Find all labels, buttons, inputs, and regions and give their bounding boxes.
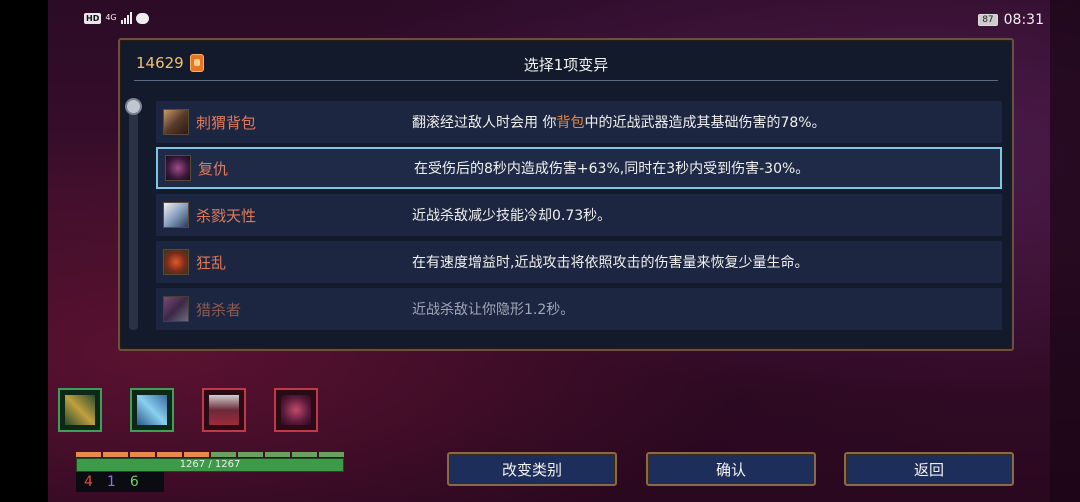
skill-slot-3[interactable]: [202, 388, 246, 432]
chat-icon: [135, 12, 149, 24]
health-text: 1267 / 1267: [179, 459, 241, 470]
mutation-desc: 近战杀敌让你隐形1.2秒。: [412, 302, 575, 318]
vengeance-icon: [165, 155, 191, 181]
dialog-title: 选择1项变异: [523, 56, 609, 74]
brutality-stat: 4: [84, 474, 93, 490]
mutation-name: 杀戮天性: [196, 206, 257, 225]
mutation-name: 狂乱: [196, 253, 227, 272]
status-bar: HD 4G 87 08:31: [84, 10, 1044, 34]
confirm-button[interactable]: 确认: [646, 452, 816, 486]
battery-icon: 87: [978, 14, 998, 26]
mutation-dialog: 14629 选择1项变异 刺猬背包 翻滚经过敌人时会用 你背包中的近战武器造成其…: [118, 38, 1014, 351]
status-right: 87 08:31: [978, 12, 1044, 28]
dialog-header: 14629 选择1项变异: [120, 40, 1012, 80]
network-type: 4G: [105, 13, 117, 22]
signal-icon: [120, 12, 132, 24]
frenzy-icon: [163, 249, 189, 275]
grenade-skill-icon: [281, 395, 311, 425]
scrollbar-track[interactable]: [129, 98, 138, 330]
mutation-desc: 翻滚经过敌人时会用 你背包中的近战武器造成其基础伤害的78%。: [412, 115, 826, 131]
status-left: HD 4G: [84, 12, 149, 24]
change-category-button[interactable]: 改变类别: [447, 452, 617, 486]
mutation-name: 刺猬背包: [196, 113, 257, 132]
turret-skill-icon: [209, 395, 239, 425]
health-segments: [76, 452, 344, 457]
right-screen-edge: [1050, 0, 1080, 502]
mutation-desc: 在有速度增益时,近战攻击将依照攻击的伤害量来恢复少量生命。: [412, 255, 809, 271]
mutation-row-frenzy[interactable]: 狂乱 在有速度增益时,近战攻击将依照攻击的伤害量来恢复少量生命。: [156, 241, 1002, 283]
predator-icon: [163, 296, 189, 322]
mutation-name: 猎杀者: [196, 300, 242, 319]
back-button[interactable]: 返回: [844, 452, 1014, 486]
left-screen-edge: [0, 0, 48, 502]
mutation-desc: 在受伤后的8秒内造成伤害+63%,同时在3秒内受到伤害-30%。: [414, 161, 810, 177]
killer-instinct-icon: [163, 202, 189, 228]
scroll-stats: 4 1 6: [76, 472, 164, 492]
hd-badge: HD: [84, 12, 102, 24]
mutation-name: 复仇: [198, 159, 229, 178]
bow-skill-icon: [65, 395, 95, 425]
scrollbar-thumb[interactable]: [125, 98, 142, 115]
skill-slot-2[interactable]: [130, 388, 174, 432]
mutation-row-predator[interactable]: 猎杀者 近战杀敌让你隐形1.2秒。: [156, 288, 1002, 330]
mutation-row-vengeance[interactable]: 复仇 在受伤后的8秒内造成伤害+63%,同时在3秒内受到伤害-30%。: [156, 147, 1002, 189]
header-divider: [134, 80, 998, 81]
mutation-row-killer-instinct[interactable]: 杀戮天性 近战杀敌减少技能冷却0.73秒。: [156, 194, 1002, 236]
ice-shard-skill-icon: [137, 395, 167, 425]
clock: 08:31: [1003, 12, 1044, 28]
skill-slot-1[interactable]: [58, 388, 102, 432]
mutation-row-hedgehog-backpack[interactable]: 刺猬背包 翻滚经过敌人时会用 你背包中的近战武器造成其基础伤害的78%。: [156, 101, 1002, 143]
survival-stat: 6: [129, 474, 139, 490]
hedgehog-backpack-icon: [163, 109, 189, 135]
tactics-stat: 1: [106, 474, 116, 490]
health-bar: 1267 / 1267: [76, 452, 344, 474]
mutation-desc: 近战杀敌减少技能冷却0.73秒。: [412, 208, 612, 224]
skill-slot-4[interactable]: [274, 388, 318, 432]
